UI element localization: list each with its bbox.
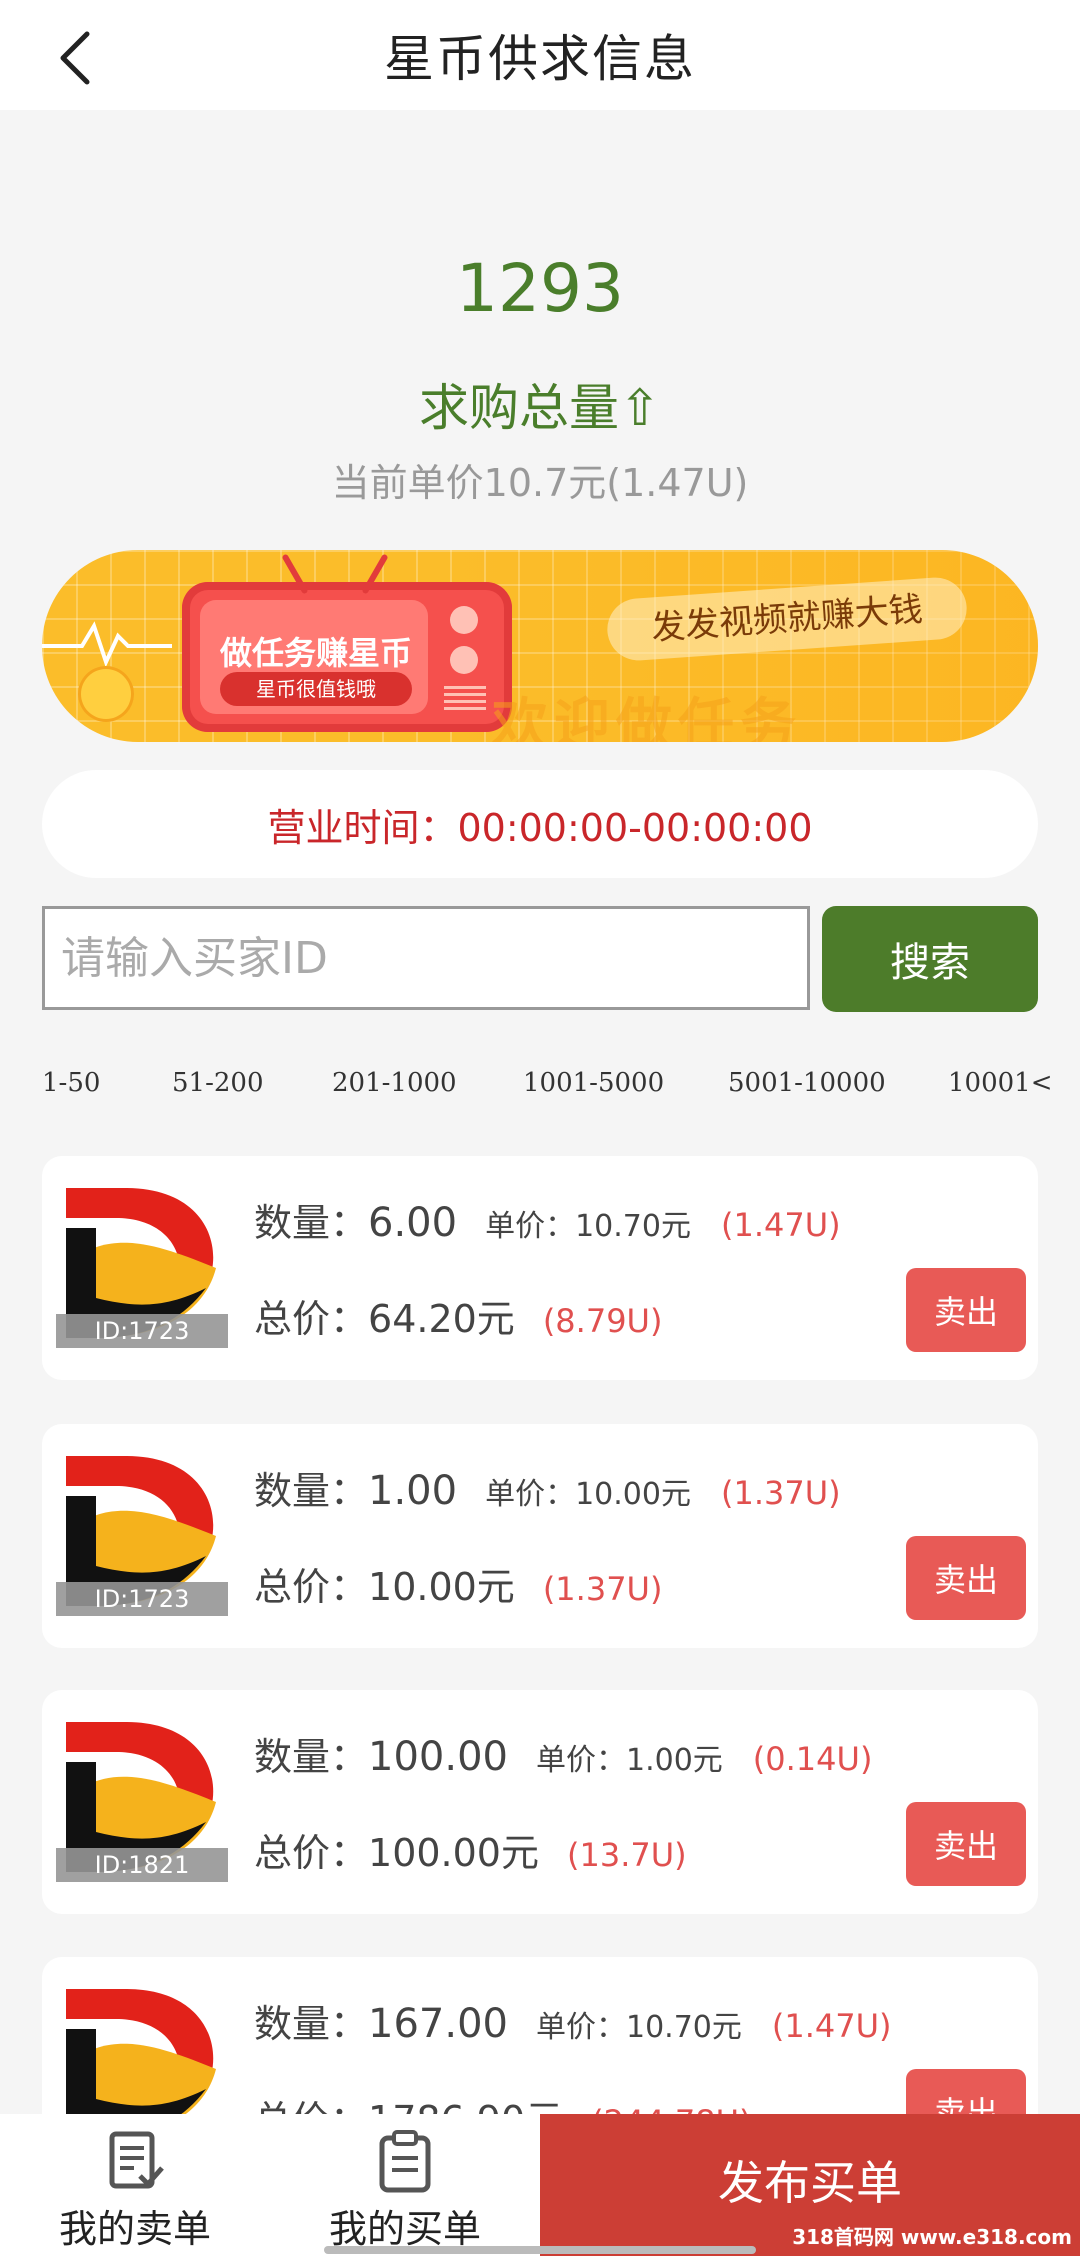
buyer-avatar: ID:1723 bbox=[56, 1456, 228, 1616]
buyer-avatar: ID:1821 bbox=[56, 1722, 228, 1882]
business-hours: 营业时间：00:00:00-00:00:00 bbox=[42, 770, 1038, 878]
current-price: 当前单价10.7元(1.47U) bbox=[331, 461, 749, 505]
chevron-left-icon bbox=[60, 31, 90, 85]
page-title: 星币供求信息 bbox=[384, 30, 696, 88]
order-quantity-row: 数量： 1.00 单价： 10.00元 (1.37U) bbox=[254, 1460, 841, 1520]
range-filter-1-50[interactable]: 1-50 bbox=[42, 1068, 100, 1098]
order-card: ID:1723 数量： 6.00 单价： 10.70元 (1.47U) 总价： … bbox=[42, 1156, 1038, 1380]
unit-price-usd: (1.47U) bbox=[720, 1206, 841, 1244]
buyer-id-label: ID:1723 bbox=[56, 1314, 228, 1348]
range-filter-bar: 1-50 51-200 201-1000 1001-5000 5001-1000… bbox=[42, 1068, 1053, 1108]
unit-price-label: 单价： bbox=[485, 1209, 576, 1244]
tab-label: 我的买单 bbox=[328, 2207, 481, 2251]
qty-label: 数量： bbox=[254, 1469, 369, 1513]
banner-headline: 做任务赚星币 bbox=[219, 634, 412, 672]
sell-button[interactable]: 卖出 bbox=[906, 1802, 1026, 1886]
order-total-row: 总价： 100.00元 (13.7U) bbox=[254, 1822, 687, 1882]
order-total-row: 总价： 10.00元 (1.37U) bbox=[254, 1556, 662, 1616]
qty-value: 100.00 bbox=[368, 1734, 508, 1780]
qty-value: 1.00 bbox=[368, 1468, 458, 1514]
order-card: ID:1821 数量： 100.00 单价： 1.00元 (0.14U) 总价：… bbox=[42, 1690, 1038, 1914]
promo-banner[interactable]: 做任务赚星币 星币很值钱哦 发发视频就赚大钱 欢迎做任务 bbox=[42, 550, 1038, 742]
unit-price-label: 单价： bbox=[485, 1477, 576, 1512]
qty-value: 6.00 bbox=[368, 1200, 458, 1246]
range-filter-1001-5000[interactable]: 1001-5000 bbox=[523, 1068, 664, 1098]
clipboard-icon bbox=[379, 2130, 431, 2193]
search-button[interactable]: 搜索 bbox=[822, 906, 1038, 1012]
tab-my-buy-orders[interactable]: 我的买单 bbox=[270, 2114, 540, 2256]
heartbeat-icon bbox=[42, 621, 172, 668]
unit-price-usd: (1.37U) bbox=[720, 1474, 841, 1512]
unit-price-usd: (1.47U) bbox=[771, 2007, 892, 2045]
unit-price-value: 10.70元 bbox=[625, 2010, 742, 2045]
home-indicator bbox=[324, 2246, 756, 2254]
order-card: ID:1723 数量： 1.00 单价： 10.00元 (1.37U) 总价： … bbox=[42, 1424, 1038, 1648]
buyer-id-search-input[interactable] bbox=[42, 906, 810, 1010]
qty-value: 167.00 bbox=[368, 2001, 508, 2047]
range-filter-5001-10000[interactable]: 5001-10000 bbox=[728, 1068, 886, 1098]
unit-price-value: 10.70元 bbox=[575, 1209, 691, 1244]
back-button[interactable] bbox=[40, 18, 110, 98]
tab-my-sell-orders[interactable]: 我的卖单 bbox=[0, 2114, 270, 2256]
qty-label: 数量： bbox=[254, 1201, 369, 1245]
sell-button[interactable]: 卖出 bbox=[906, 1536, 1026, 1620]
unit-price-value: 1.00元 bbox=[625, 1743, 723, 1778]
sell-button[interactable]: 卖出 bbox=[906, 1268, 1026, 1352]
buyer-id-label: ID:1723 bbox=[56, 1582, 228, 1616]
tv-knob bbox=[450, 646, 478, 674]
total-label: 总价： bbox=[254, 1565, 369, 1609]
unit-price-label: 单价： bbox=[535, 2010, 626, 2045]
range-filter-201-1000[interactable]: 201-1000 bbox=[332, 1068, 457, 1098]
buyer-id-label: ID:1821 bbox=[56, 1848, 228, 1882]
qty-label: 数量： bbox=[254, 2002, 369, 2046]
buyer-avatar: ID:1723 bbox=[56, 1188, 228, 1348]
total-value: 64.20元 bbox=[368, 1297, 515, 1341]
total-demand-value: 1293 bbox=[456, 250, 624, 327]
order-quantity-row: 数量： 167.00 单价： 10.70元 (1.47U) bbox=[254, 1993, 892, 2053]
top-bar: 星币供求信息 bbox=[0, 0, 1080, 110]
total-value: 10.00元 bbox=[368, 1565, 515, 1609]
total-label: 总价： bbox=[254, 1297, 369, 1341]
total-usd: (8.79U) bbox=[542, 1302, 663, 1340]
total-usd: (1.37U) bbox=[542, 1570, 663, 1608]
watermark: 318首码网 www.e318.com bbox=[792, 2225, 1072, 2249]
range-filter-51-200[interactable]: 51-200 bbox=[172, 1068, 264, 1098]
tv-knob bbox=[450, 606, 478, 634]
document-edit-icon bbox=[109, 2131, 164, 2189]
unit-price-label: 单价： bbox=[535, 1743, 626, 1778]
unit-price-value: 10.00元 bbox=[575, 1477, 691, 1512]
total-usd: (13.7U) bbox=[566, 1836, 687, 1874]
order-total-row: 总价： 64.20元 (8.79U) bbox=[254, 1288, 662, 1348]
order-quantity-row: 数量： 6.00 单价： 10.70元 (1.47U) bbox=[254, 1192, 841, 1252]
banner-bottom-text: 欢迎做任务 bbox=[492, 693, 802, 742]
order-quantity-row: 数量： 100.00 单价： 1.00元 (0.14U) bbox=[254, 1726, 872, 1786]
total-demand-label: 求购总量⇧ bbox=[419, 379, 661, 437]
range-filter-10001-plus[interactable]: 10001< bbox=[948, 1068, 1053, 1098]
smiley-icon bbox=[78, 666, 134, 722]
unit-price-usd: (0.14U) bbox=[752, 1740, 873, 1778]
tv-speaker bbox=[444, 684, 486, 710]
qty-label: 数量： bbox=[254, 1735, 369, 1779]
total-value: 100.00元 bbox=[368, 1831, 539, 1875]
total-label: 总价： bbox=[254, 1831, 369, 1875]
banner-subtitle: 星币很值钱哦 bbox=[220, 672, 412, 706]
tab-label: 我的卖单 bbox=[58, 2207, 211, 2251]
